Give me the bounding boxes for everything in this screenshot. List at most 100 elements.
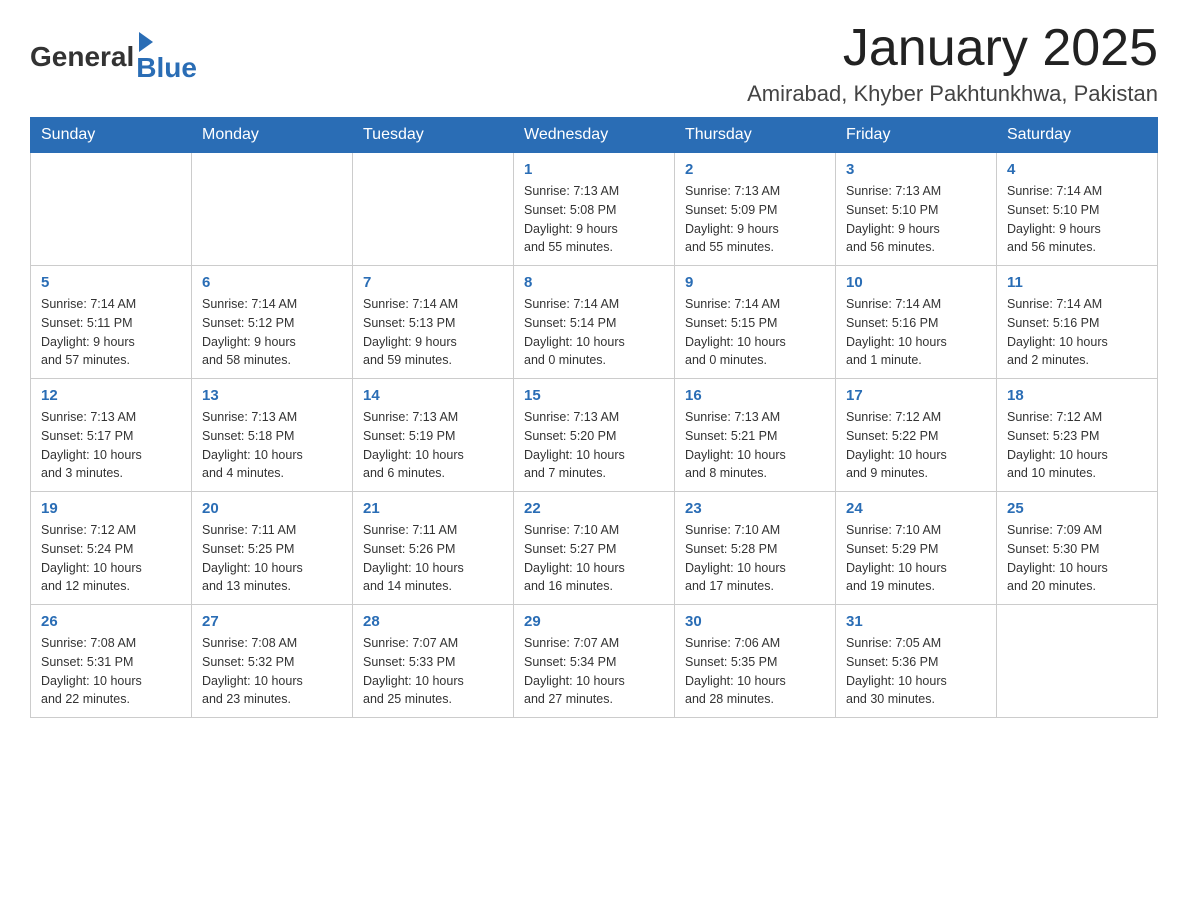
calendar-cell: 7Sunrise: 7:14 AM Sunset: 5:13 PM Daylig… [353,266,514,379]
calendar-cell: 13 Sunrise: 7:13 AM Sunset: 5:18 PM Dayli… [192,379,353,492]
logo-arrow-icon [139,32,153,52]
day-number: 2 [685,161,825,178]
day-number: 31 [846,613,986,630]
day-info: Sunrise: 7:13 AM Sunset: 5:08 PM Dayligh… [524,182,664,257]
calendar-week-row: 19Sunrise: 7:12 AM Sunset: 5:24 PM Dayli… [31,492,1158,605]
day-number: 6 [202,274,342,291]
day-number: 9 [685,274,825,291]
calendar-cell: 25 Sunrise: 7:09 AM Sunset: 5:30 PM Dayli… [997,492,1158,605]
day-info: Sunrise: 7:13 AM Sunset: 5:17 PM Dayligh… [41,408,181,483]
calendar-cell: 26 Sunrise: 7:08 AM Sunset: 5:31 PM Dayli… [31,605,192,718]
day-info: Sunrise: 7:12 AM Sunset: 5:24 PM Dayligh… [41,521,181,596]
calendar-cell: 22 Sunrise: 7:10 AM Sunset: 5:27 PM Dayli… [514,492,675,605]
day-number: 13 [202,387,342,404]
weekday-header: Thursday [675,118,836,153]
day-info: Sunrise: 7:06 AM Sunset: 5:35 PM Dayligh… [685,634,825,709]
title-block: January 2025 Amirabad, Khyber Pakhtunkhw… [747,20,1158,107]
calendar-cell: 18Sunrise: 7:12 AM Sunset: 5:23 PM Dayli… [997,379,1158,492]
day-info: Sunrise: 7:14 AM Sunset: 5:11 PM Dayligh… [41,295,181,370]
day-info: Sunrise: 7:11 AM Sunset: 5:25 PM Dayligh… [202,521,342,596]
day-info: Sunrise: 7:13 AM Sunset: 5:21 PM Dayligh… [685,408,825,483]
calendar-cell: 20Sunrise: 7:11 AM Sunset: 5:25 PM Dayli… [192,492,353,605]
day-info: Sunrise: 7:09 AM Sunset: 5:30 PM Dayligh… [1007,521,1147,596]
day-info: Sunrise: 7:11 AM Sunset: 5:26 PM Dayligh… [363,521,503,596]
logo-blue-text: Blue [136,52,197,84]
weekday-header: Tuesday [353,118,514,153]
calendar-table: SundayMondayTuesdayWednesdayThursdayFrid… [30,117,1158,718]
day-info: Sunrise: 7:14 AM Sunset: 5:15 PM Dayligh… [685,295,825,370]
calendar-cell: 30 Sunrise: 7:06 AM Sunset: 5:35 PM Dayli… [675,605,836,718]
day-number: 23 [685,500,825,517]
calendar-cell: 29 Sunrise: 7:07 AM Sunset: 5:34 PM Dayli… [514,605,675,718]
day-info: Sunrise: 7:07 AM Sunset: 5:34 PM Dayligh… [524,634,664,709]
day-number: 5 [41,274,181,291]
day-info: Sunrise: 7:13 AM Sunset: 5:20 PM Dayligh… [524,408,664,483]
calendar-cell [192,153,353,266]
calendar-week-row: 26 Sunrise: 7:08 AM Sunset: 5:31 PM Dayli… [31,605,1158,718]
day-number: 22 [524,500,664,517]
weekday-header: Saturday [997,118,1158,153]
calendar-cell: 28Sunrise: 7:07 AM Sunset: 5:33 PM Dayli… [353,605,514,718]
calendar-cell: 31Sunrise: 7:05 AM Sunset: 5:36 PM Dayli… [836,605,997,718]
logo: General Blue [30,20,197,84]
day-number: 17 [846,387,986,404]
day-number: 24 [846,500,986,517]
day-info: Sunrise: 7:14 AM Sunset: 5:16 PM Dayligh… [846,295,986,370]
calendar-cell: 19Sunrise: 7:12 AM Sunset: 5:24 PM Dayli… [31,492,192,605]
day-info: Sunrise: 7:10 AM Sunset: 5:29 PM Dayligh… [846,521,986,596]
calendar-header: SundayMondayTuesdayWednesdayThursdayFrid… [31,118,1158,153]
calendar-cell [31,153,192,266]
weekday-header: Wednesday [514,118,675,153]
page-header: General Blue January 2025 Amirabad, Khyb… [30,20,1158,107]
calendar-cell: 17 Sunrise: 7:12 AM Sunset: 5:22 PM Dayli… [836,379,997,492]
day-info: Sunrise: 7:14 AM Sunset: 5:13 PM Dayligh… [363,295,503,370]
day-number: 8 [524,274,664,291]
day-number: 28 [363,613,503,630]
weekday-header: Monday [192,118,353,153]
calendar-cell: 4 Sunrise: 7:14 AM Sunset: 5:10 PM Daylig… [997,153,1158,266]
calendar-cell: 8 Sunrise: 7:14 AM Sunset: 5:14 PM Daylig… [514,266,675,379]
calendar-cell: 23 Sunrise: 7:10 AM Sunset: 5:28 PM Dayli… [675,492,836,605]
calendar-cell: 5 Sunrise: 7:14 AM Sunset: 5:11 PM Daylig… [31,266,192,379]
day-number: 21 [363,500,503,517]
calendar-title: January 2025 [747,20,1158,77]
calendar-cell: 2Sunrise: 7:13 AM Sunset: 5:09 PM Daylig… [675,153,836,266]
calendar-week-row: 5 Sunrise: 7:14 AM Sunset: 5:11 PM Daylig… [31,266,1158,379]
day-number: 10 [846,274,986,291]
day-number: 30 [685,613,825,630]
day-number: 1 [524,161,664,178]
day-info: Sunrise: 7:12 AM Sunset: 5:23 PM Dayligh… [1007,408,1147,483]
day-number: 25 [1007,500,1147,517]
day-number: 15 [524,387,664,404]
day-info: Sunrise: 7:10 AM Sunset: 5:28 PM Dayligh… [685,521,825,596]
weekday-row: SundayMondayTuesdayWednesdayThursdayFrid… [31,118,1158,153]
calendar-cell: 3Sunrise: 7:13 AM Sunset: 5:10 PM Daylig… [836,153,997,266]
day-info: Sunrise: 7:14 AM Sunset: 5:10 PM Dayligh… [1007,182,1147,257]
day-info: Sunrise: 7:08 AM Sunset: 5:31 PM Dayligh… [41,634,181,709]
day-number: 4 [1007,161,1147,178]
day-info: Sunrise: 7:13 AM Sunset: 5:18 PM Dayligh… [202,408,342,483]
calendar-cell: 9 Sunrise: 7:14 AM Sunset: 5:15 PM Daylig… [675,266,836,379]
calendar-cell: 11Sunrise: 7:14 AM Sunset: 5:16 PM Dayli… [997,266,1158,379]
calendar-cell: 1 Sunrise: 7:13 AM Sunset: 5:08 PM Daylig… [514,153,675,266]
calendar-subtitle: Amirabad, Khyber Pakhtunkhwa, Pakistan [747,81,1158,107]
day-info: Sunrise: 7:14 AM Sunset: 5:14 PM Dayligh… [524,295,664,370]
day-info: Sunrise: 7:13 AM Sunset: 5:19 PM Dayligh… [363,408,503,483]
calendar-cell [997,605,1158,718]
calendar-body: 1 Sunrise: 7:13 AM Sunset: 5:08 PM Daylig… [31,153,1158,718]
calendar-cell: 12 Sunrise: 7:13 AM Sunset: 5:17 PM Dayli… [31,379,192,492]
calendar-cell: 15 Sunrise: 7:13 AM Sunset: 5:20 PM Dayli… [514,379,675,492]
day-number: 26 [41,613,181,630]
calendar-cell: 27Sunrise: 7:08 AM Sunset: 5:32 PM Dayli… [192,605,353,718]
day-number: 14 [363,387,503,404]
day-info: Sunrise: 7:08 AM Sunset: 5:32 PM Dayligh… [202,634,342,709]
calendar-cell: 10 Sunrise: 7:14 AM Sunset: 5:16 PM Dayli… [836,266,997,379]
calendar-cell [353,153,514,266]
calendar-week-row: 12 Sunrise: 7:13 AM Sunset: 5:17 PM Dayli… [31,379,1158,492]
day-number: 29 [524,613,664,630]
day-info: Sunrise: 7:10 AM Sunset: 5:27 PM Dayligh… [524,521,664,596]
calendar-cell: 14 Sunrise: 7:13 AM Sunset: 5:19 PM Dayli… [353,379,514,492]
calendar-week-row: 1 Sunrise: 7:13 AM Sunset: 5:08 PM Daylig… [31,153,1158,266]
day-info: Sunrise: 7:12 AM Sunset: 5:22 PM Dayligh… [846,408,986,483]
day-number: 12 [41,387,181,404]
